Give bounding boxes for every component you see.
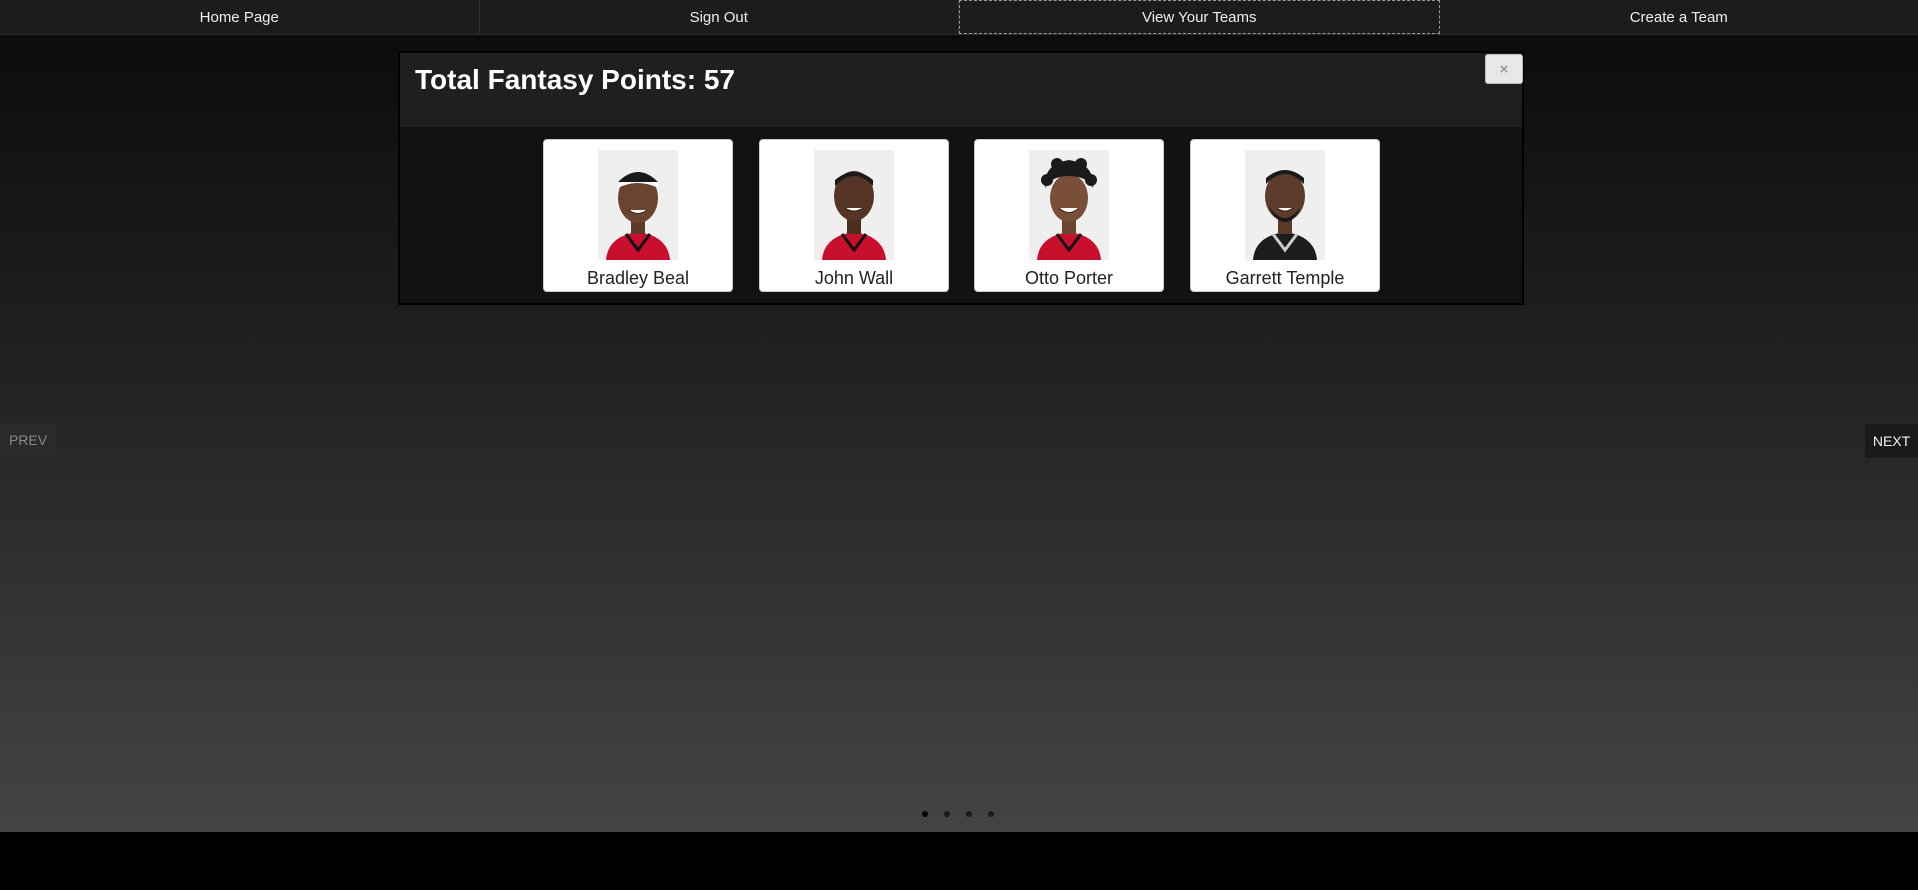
player-photo — [598, 150, 678, 260]
player-name: Otto Porter — [1024, 268, 1114, 288]
carousel-dot[interactable] — [988, 811, 994, 817]
close-button[interactable]: × — [1485, 54, 1523, 84]
carousel-dot[interactable] — [944, 811, 950, 817]
team-modal: Total Fantasy Points: 57 × Bradley Beal — [398, 51, 1524, 305]
player-name: Garrett Temple — [1225, 268, 1345, 288]
player-card[interactable]: Bradley Beal — [543, 139, 733, 292]
nav-sign-out[interactable]: Sign Out — [480, 0, 959, 34]
carousel-indicators — [922, 811, 994, 817]
next-button[interactable]: NEXT — [1865, 424, 1918, 458]
nav-create-a-team[interactable]: Create a Team — [1440, 0, 1918, 34]
player-card[interactable]: John Wall — [759, 139, 949, 292]
player-card[interactable]: Otto Porter — [974, 139, 1164, 292]
carousel-dot[interactable] — [966, 811, 972, 817]
player-photo — [1029, 150, 1109, 260]
player-card[interactable]: Garrett Temple — [1190, 139, 1380, 292]
modal-header: Total Fantasy Points: 57 × — [400, 53, 1523, 127]
player-photo — [814, 150, 894, 260]
player-photo — [1245, 150, 1325, 260]
player-name: John Wall — [814, 268, 894, 288]
nav-home-page[interactable]: Home Page — [0, 0, 480, 34]
carousel-dot[interactable] — [922, 811, 928, 817]
nav-view-your-teams[interactable]: View Your Teams — [959, 0, 1440, 34]
modal-title: Total Fantasy Points: 57 — [415, 64, 735, 95]
player-name: Bradley Beal — [586, 268, 690, 288]
prev-button[interactable]: PREV — [0, 424, 56, 456]
footer-strip — [0, 832, 1918, 890]
top-navigation: Home Page Sign Out View Your Teams Creat… — [0, 0, 1918, 35]
